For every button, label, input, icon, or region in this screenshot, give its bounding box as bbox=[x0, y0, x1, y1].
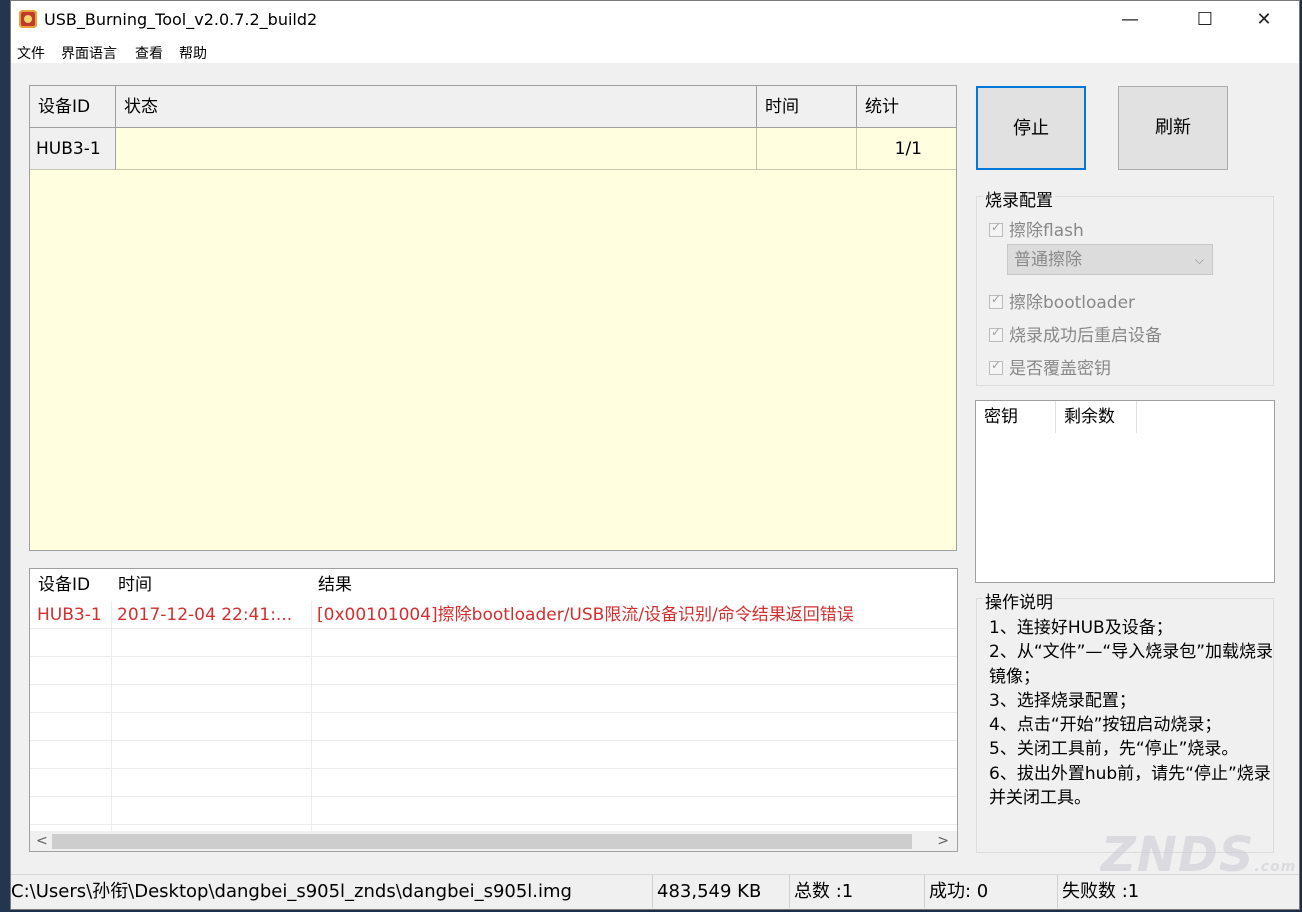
horizontal-scrollbar[interactable]: < > bbox=[30, 831, 957, 851]
erase-mode-value: 普通擦除 bbox=[1014, 250, 1082, 270]
instruction-step: 3、选择烧录配置； bbox=[989, 690, 1136, 711]
close-button[interactable]: ✕ bbox=[1235, 1, 1293, 39]
menu-language[interactable]: 界面语言 bbox=[61, 43, 117, 63]
grid-line bbox=[30, 796, 957, 797]
overwrite-key-checkbox[interactable]: 是否覆盖密钥 bbox=[989, 354, 1111, 379]
log-row-result: [0x00101004]擦除bootloader/USB限流/设备识别/命令结果… bbox=[317, 605, 854, 625]
scroll-right-icon[interactable]: > bbox=[937, 831, 949, 851]
instruction-step: 2、从“文件”—“导入烧录包”加载烧录镜像； bbox=[989, 642, 1274, 687]
scroll-left-icon[interactable]: < bbox=[36, 831, 48, 851]
status-file-size: 483,549 KB bbox=[653, 875, 790, 908]
status-bar: C:\Users\孙衔\Desktop\dangbei_s905l_znds\d… bbox=[11, 874, 1299, 909]
header-remaining[interactable]: 剩余数 bbox=[1056, 401, 1137, 433]
menu-view[interactable]: 查看 bbox=[135, 43, 163, 63]
device-row-count: 1/1 bbox=[857, 128, 956, 170]
app-window: USB_Burning_Tool_v2.0.7.2_build2 — ☐ ✕ 文… bbox=[10, 0, 1300, 910]
check-icon bbox=[989, 358, 1003, 375]
log-table[interactable]: 设备ID 时间 结果 HUB3-1 2017-12-04 22:41:... [… bbox=[29, 568, 958, 852]
maximize-button[interactable]: ☐ bbox=[1176, 1, 1234, 39]
erase-bootloader-label: 擦除bootloader bbox=[1009, 293, 1136, 313]
erase-flash-checkbox[interactable]: 擦除flash bbox=[989, 216, 1084, 241]
grid-line bbox=[30, 656, 957, 657]
log-row-id[interactable]: HUB3-1 bbox=[37, 601, 111, 629]
menu-help[interactable]: 帮助 bbox=[179, 43, 207, 63]
device-row-time bbox=[757, 128, 857, 170]
title-bar: USB_Burning_Tool_v2.0.7.2_build2 — ☐ ✕ bbox=[11, 1, 1299, 39]
log-header-result[interactable]: 结果 bbox=[310, 569, 957, 601]
menu-file[interactable]: 文件 bbox=[17, 43, 45, 63]
status-failed: 失败数 :1 bbox=[1062, 881, 1140, 902]
device-row-status bbox=[116, 128, 757, 170]
stop-button[interactable]: 停止 bbox=[976, 86, 1086, 170]
log-header-device-id[interactable]: 设备ID bbox=[30, 569, 118, 601]
status-image-path: C:\Users\孙衔\Desktop\dangbei_s905l_znds\d… bbox=[11, 875, 653, 908]
instruction-step: 5、关闭工具前，先“停止”烧录。 bbox=[989, 739, 1239, 760]
erase-flash-label: 擦除flash bbox=[1009, 221, 1084, 241]
instruction-step: 4、点击“开始”按钮启动烧录； bbox=[989, 715, 1222, 736]
app-icon bbox=[19, 10, 37, 28]
refresh-button[interactable]: 刷新 bbox=[1118, 86, 1228, 170]
status-success: 成功: 0 bbox=[925, 875, 1058, 908]
erase-bootloader-checkbox[interactable]: 擦除bootloader bbox=[989, 288, 1135, 313]
chevron-down-icon: ⌵ bbox=[1194, 253, 1204, 267]
key-table[interactable]: 密钥 剩余数 bbox=[975, 400, 1275, 583]
grid-line bbox=[30, 768, 957, 769]
instruction-step: 6、拔出外置hub前，请先“停止”烧录并关闭工具。 bbox=[989, 763, 1271, 809]
header-device-id[interactable]: 设备ID bbox=[30, 86, 116, 128]
header-time[interactable]: 时间 bbox=[757, 86, 857, 128]
grid-line bbox=[30, 824, 957, 825]
check-icon bbox=[989, 220, 1003, 237]
reboot-after-checkbox[interactable]: 烧录成功后重启设备 bbox=[989, 321, 1162, 346]
check-icon bbox=[989, 292, 1003, 309]
header-status[interactable]: 状态 bbox=[116, 86, 757, 128]
instructions-title: 操作说明 bbox=[983, 588, 1055, 613]
device-row-id[interactable]: HUB3-1 bbox=[30, 128, 116, 170]
log-row-time: 2017-12-04 22:41:... bbox=[117, 605, 293, 625]
log-header-time[interactable]: 时间 bbox=[110, 569, 318, 601]
burn-config-title: 烧录配置 bbox=[983, 186, 1055, 211]
window-title: USB_Burning_Tool_v2.0.7.2_build2 bbox=[44, 10, 318, 29]
overwrite-key-label: 是否覆盖密钥 bbox=[1009, 359, 1111, 379]
status-total: 总数 :1 bbox=[790, 875, 925, 908]
instruction-step: 1、连接好HUB及设备； bbox=[989, 618, 1173, 638]
erase-mode-select[interactable]: 普通擦除 ⌵ bbox=[1007, 244, 1213, 275]
header-count[interactable]: 统计 bbox=[857, 86, 956, 128]
grid-line bbox=[30, 684, 957, 685]
grid-line bbox=[30, 712, 957, 713]
grid-line bbox=[30, 740, 957, 741]
instructions-text: 1、连接好HUB及设备； 2、从“文件”—“导入烧录包”加载烧录镜像； 3、选择… bbox=[989, 616, 1274, 810]
menu-bar: 文件 界面语言 查看 帮助 bbox=[11, 39, 1299, 63]
minimize-button[interactable]: — bbox=[1101, 1, 1159, 39]
scroll-thumb[interactable] bbox=[52, 834, 912, 849]
reboot-after-label: 烧录成功后重启设备 bbox=[1009, 326, 1162, 346]
header-key[interactable]: 密钥 bbox=[976, 401, 1056, 433]
desktop-edge bbox=[0, 0, 10, 912]
device-table[interactable]: 设备ID 状态 时间 统计 HUB3-1 1/1 bbox=[29, 85, 957, 551]
check-icon bbox=[989, 325, 1003, 342]
